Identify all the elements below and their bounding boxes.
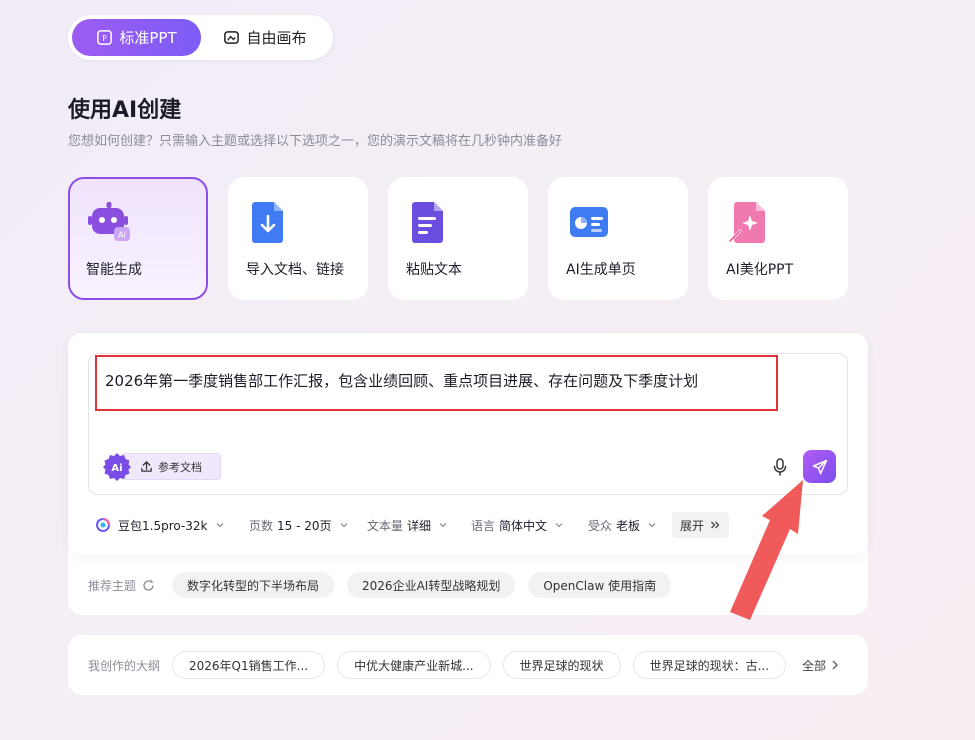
chevron-down-icon xyxy=(648,523,656,528)
reference-document-button[interactable]: 参考文档 xyxy=(121,453,221,480)
model-value: 豆包1.5pro-32k xyxy=(118,518,208,533)
card-label: 导入文档、链接 xyxy=(246,262,344,278)
model-logo-icon xyxy=(96,518,110,532)
view-all-outlines-link[interactable]: 全部 xyxy=(802,657,839,674)
my-outlines-label: 我创作的大纲 xyxy=(88,658,161,673)
chevron-down-icon xyxy=(439,523,447,528)
chevron-right-icon xyxy=(832,660,839,670)
topic-chip[interactable]: OpenClaw 使用指南 xyxy=(528,572,672,598)
audience-select[interactable]: 受众 老板 xyxy=(588,517,672,534)
card-label: AI生成单页 xyxy=(566,262,636,278)
single-page-icon xyxy=(570,207,608,237)
pages-select[interactable]: 页数 15 - 20页 xyxy=(249,517,367,534)
microphone-icon[interactable] xyxy=(772,458,788,476)
upload-icon xyxy=(141,461,152,472)
generation-options: 豆包1.5pro-32k 页数 15 - 20页 文本量 详细 语言 简体中文 … xyxy=(96,512,730,538)
refresh-icon[interactable] xyxy=(142,579,155,592)
svg-text:P: P xyxy=(103,34,108,43)
pages-value: 15 - 20页 xyxy=(277,518,332,533)
page-title: 使用AI创建 xyxy=(68,98,182,123)
canvas-icon xyxy=(224,31,240,44)
card-ai-beautify-ppt[interactable]: AI美化PPT xyxy=(708,177,848,300)
card-smart-generate[interactable]: AI 智能生成 xyxy=(68,177,208,300)
pages-key: 页数 xyxy=(249,518,274,533)
card-label: 智能生成 xyxy=(86,262,142,278)
prompt-input[interactable]: 2026年第一季度销售部工作汇报，包含业绩回顾、重点项目进展、存在问题及下季度计… xyxy=(88,353,848,495)
prompt-text: 2026年第一季度销售部工作汇报，包含业绩回顾、重点项目进展、存在问题及下季度计… xyxy=(105,372,699,390)
robot-ai-icon: AI xyxy=(88,202,130,241)
card-import-document[interactable]: 导入文档、链接 xyxy=(228,177,368,300)
language-select[interactable]: 语言 简体中文 xyxy=(471,517,588,534)
mode-switch: P 标准PPT 自由画布 xyxy=(68,15,333,60)
audience-value: 老板 xyxy=(616,518,641,533)
text-length-key: 文本量 xyxy=(367,518,404,533)
topic-chip[interactable]: 数字化转型的下半场布局 xyxy=(172,572,335,598)
outline-chip[interactable]: 世界足球的现状：古... xyxy=(632,651,787,679)
create-options: AI 智能生成 导入文档、链接 粘贴文本 AI生成单页 AI美化PPT xyxy=(68,177,848,300)
chevron-down-icon xyxy=(216,523,223,528)
prompt-panel-inner: 2026年第一季度销售部工作汇报，包含业绩回顾、重点项目进展、存在问题及下季度计… xyxy=(68,333,868,555)
prompt-panel: 2026年第一季度销售部工作汇报，包含业绩回顾、重点项目进展、存在问题及下季度计… xyxy=(68,333,868,615)
beautify-ppt-icon xyxy=(728,202,765,243)
chevron-down-icon xyxy=(340,523,347,528)
send-icon xyxy=(812,459,827,474)
svg-text:AI: AI xyxy=(118,231,126,240)
card-ai-single-page[interactable]: AI生成单页 xyxy=(548,177,688,300)
ai-badge-text: Ai xyxy=(111,463,122,474)
language-key: 语言 xyxy=(471,518,496,533)
reference-document-label: 参考文档 xyxy=(158,460,202,474)
outline-chip[interactable]: 2026年Q1销售工作... xyxy=(172,651,326,679)
outline-chip[interactable]: 中优大健康产业新城... xyxy=(337,651,491,679)
recommended-topics-text: 推荐主题 xyxy=(88,578,137,593)
card-paste-text[interactable]: 粘贴文本 xyxy=(388,177,528,300)
audience-key: 受众 xyxy=(588,518,613,533)
card-label: 粘贴文本 xyxy=(406,262,462,278)
freeform-canvas-tab[interactable]: 自由画布 xyxy=(201,19,329,56)
text-length-select[interactable]: 文本量 详细 xyxy=(367,517,471,534)
standard-ppt-label: 标准PPT xyxy=(119,29,177,47)
model-select[interactable]: 豆包1.5pro-32k xyxy=(96,517,249,534)
page-subtitle: 您想如何创建？只需输入主题或选择以下选项之一，您的演示文稿将在几秒钟内准备好 xyxy=(68,134,563,149)
ppt-icon: P xyxy=(97,30,113,45)
chevron-down-icon xyxy=(555,523,563,528)
text-length-value: 详细 xyxy=(407,518,432,533)
double-chevron-right-icon xyxy=(711,521,720,529)
send-button[interactable] xyxy=(803,450,836,483)
freeform-canvas-label: 自由画布 xyxy=(246,29,307,47)
recommended-topics-label: 推荐主题 xyxy=(88,577,155,594)
import-document-icon xyxy=(252,202,283,243)
topic-chip[interactable]: 2026企业AI转型战略规划 xyxy=(347,572,516,598)
expand-options-button[interactable]: 展开 xyxy=(672,512,730,538)
language-value: 简体中文 xyxy=(499,518,548,533)
standard-ppt-tab[interactable]: P 标准PPT xyxy=(72,19,201,56)
view-all-label: 全部 xyxy=(802,658,827,673)
my-outlines-panel: 我创作的大纲 2026年Q1销售工作... 中优大健康产业新城... 世界足球的… xyxy=(68,635,868,695)
outline-chip[interactable]: 世界足球的现状 xyxy=(502,651,621,679)
paste-text-icon xyxy=(412,202,443,243)
ai-badge-icon: Ai xyxy=(103,453,131,481)
expand-label: 展开 xyxy=(680,518,705,533)
card-label: AI美化PPT xyxy=(726,262,794,278)
recommended-topics: 推荐主题 数字化转型的下半场布局 2026企业AI转型战略规划 OpenClaw… xyxy=(88,572,684,598)
